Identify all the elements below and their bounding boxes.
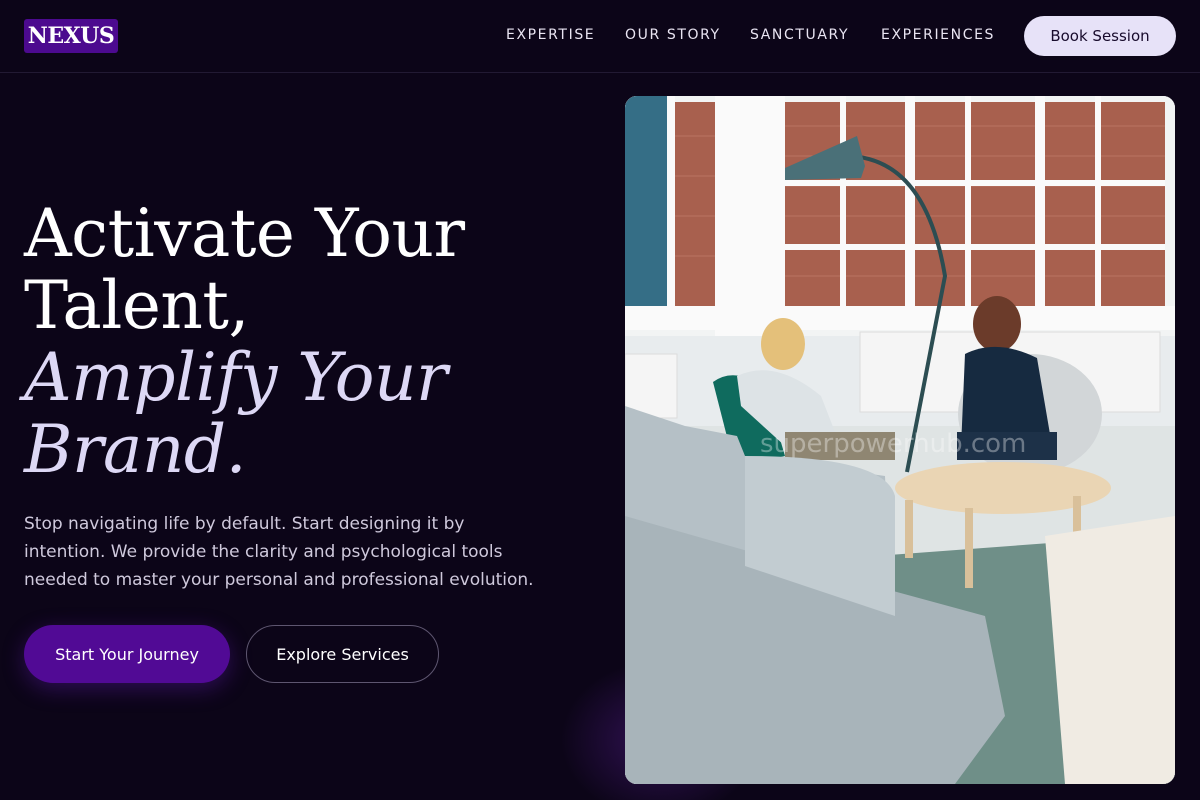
nexus-logo[interactable]: NEXUS	[24, 19, 118, 53]
hero-photo: superpowerhub.com	[625, 96, 1175, 784]
start-journey-button[interactable]: Start Your Journey	[24, 625, 230, 683]
nav-link-our-story[interactable]: OUR STORY	[625, 26, 721, 44]
headline-line-4: Brand.	[24, 411, 247, 488]
headline-line-3: Amplify Your	[24, 339, 448, 416]
photo-watermark: superpowerhub.com	[760, 429, 1026, 459]
hero-headline: Activate Your Talent, Amplify Your Brand…	[24, 198, 584, 486]
nav-link-sanctuary[interactable]: SANCTUARY	[750, 26, 849, 44]
hero-subtext: Stop navigating life by default. Start d…	[24, 514, 534, 590]
site-header: NEXUS EXPERTISE OUR STORY SANCTUARY EXPE…	[0, 0, 1200, 73]
nav-link-expertise[interactable]: EXPERTISE	[506, 26, 595, 44]
explore-services-button[interactable]: Explore Services	[246, 625, 439, 683]
headline-line-2: Talent,	[24, 267, 249, 344]
headline-line-1: Activate Your	[24, 195, 465, 272]
nav-link-experiences[interactable]: EXPERIENCES	[881, 26, 995, 44]
book-session-button[interactable]: Book Session	[1024, 16, 1176, 56]
